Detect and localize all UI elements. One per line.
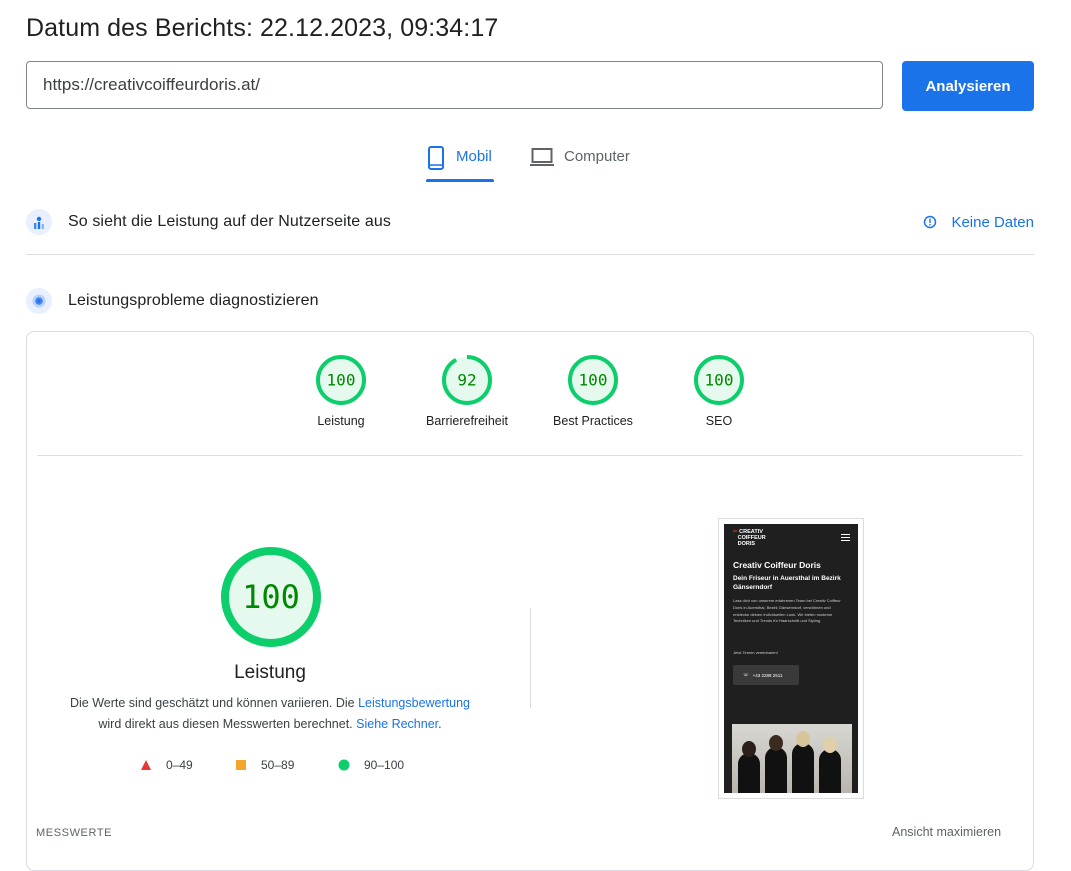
url-input[interactable]: [26, 61, 883, 109]
legend-label: 0–49: [166, 758, 193, 772]
rechner-link[interactable]: Siehe Rechner: [356, 717, 438, 731]
score-ring: 100: [568, 355, 618, 405]
gauge-label: Leistung: [317, 414, 365, 428]
performance-gauge: 100: [221, 547, 321, 647]
gauge-label: Best Practices: [553, 414, 633, 428]
legend-pass: 90–100: [338, 758, 404, 772]
site-cta: Jetzt Termin vereinbaren!: [733, 650, 778, 655]
logo-line: DORIS: [737, 541, 756, 547]
score-ring: 100: [694, 355, 744, 405]
site-title: Creativ Coiffeur Doris: [733, 560, 821, 570]
field-data-title: So sieht die Leistung auf der Nutzerseit…: [68, 213, 391, 230]
gauge-seo[interactable]: 100 SEO: [664, 354, 774, 428]
lab-data-title: Leistungsprobleme diagnostizieren: [68, 292, 319, 309]
lighthouse-card: 100 Leistung 92 Barrierefreiheit 100 Bes…: [26, 331, 1034, 871]
report-date: Datum des Berichts: 22.12.2023, 09:34:17: [26, 14, 499, 42]
performance-score: 100: [242, 578, 300, 616]
score-ring: 92: [442, 355, 492, 405]
no-data-link[interactable]: Keine Daten: [923, 202, 1034, 242]
performance-label: Leistung: [234, 662, 306, 683]
site-phone-button: ☏ +43 2288 2511: [733, 665, 799, 685]
site-logo: ✂ CREATIV COIFFEUR DORIS: [733, 529, 766, 547]
gauge-label: Barrierefreiheit: [426, 414, 508, 428]
screenshot-content: ✂ CREATIV COIFFEUR DORIS Creativ Coiffeu…: [724, 524, 858, 793]
gauge-leistung[interactable]: 100 Leistung: [286, 354, 396, 428]
leistungsbewertung-link[interactable]: Leistungsbewertung: [358, 696, 470, 710]
score-gauges: 100 Leistung 92 Barrierefreiheit 100 Bes…: [27, 354, 1033, 444]
card-divider: [37, 455, 1023, 456]
gauge-value: 100: [579, 371, 608, 390]
gauge-value: 100: [327, 371, 356, 390]
tab-computer[interactable]: Computer: [530, 140, 642, 182]
tab-mobile[interactable]: Mobil: [426, 140, 494, 182]
field-data-icon: [26, 209, 52, 235]
square-icon: [236, 760, 246, 770]
analyze-button[interactable]: Analysieren: [902, 61, 1034, 111]
team-photo: [732, 724, 852, 793]
desc-text: wird direkt aus diesen Messwerten berech…: [98, 717, 357, 731]
site-subtitle: Dein Friseur in Auersthal im Bezirk Gäns…: [733, 575, 841, 591]
vertical-separator: [530, 608, 531, 708]
circle-icon: [338, 759, 350, 771]
triangle-icon: [141, 760, 151, 770]
site-phone-number: +43 2288 2511: [752, 672, 783, 678]
legend-average: 50–89: [235, 758, 294, 772]
gauge-label: SEO: [705, 414, 733, 428]
tab-computer-label: Computer: [564, 148, 630, 165]
desc-text: .: [438, 717, 442, 731]
legend-fail: 0–49: [140, 758, 193, 772]
field-data-section[interactable]: So sieht die Leistung auf der Nutzerseit…: [26, 202, 1034, 242]
final-screenshot: ✂ CREATIV COIFFEUR DORIS Creativ Coiffeu…: [718, 518, 864, 799]
desc-text: Die Werte sind geschätzt und können vari…: [69, 696, 359, 710]
info-icon: [924, 215, 937, 229]
lab-data-section[interactable]: Leistungsprobleme diagnostizieren: [26, 281, 1034, 321]
smartphone-icon: [428, 146, 444, 170]
tab-mobile-label: Mobil: [456, 148, 492, 165]
laptop-icon: [530, 148, 554, 166]
phone-icon: ☏: [743, 672, 749, 677]
site-body-text: Lass dich von unserem erfahrenen Team be…: [733, 598, 841, 624]
gauge-best-practices[interactable]: 100 Best Practices: [538, 354, 648, 428]
lab-data-icon: [26, 288, 52, 314]
legend-label: 50–89: [261, 758, 295, 772]
performance-description: Die Werte sind geschätzt und können vari…: [57, 693, 483, 735]
gauge-barrierefreiheit[interactable]: 92 Barrierefreiheit: [412, 354, 522, 428]
gauge-value: 100: [705, 371, 734, 390]
gauge-value: 92: [457, 371, 476, 390]
legend-label: 90–100: [364, 758, 405, 772]
hamburger-menu-icon: [841, 534, 850, 543]
metrics-heading: MESSWERTE: [36, 827, 113, 839]
section-divider: [26, 254, 1034, 255]
score-ring: 100: [316, 355, 366, 405]
no-data-label: Keine Daten: [951, 213, 1034, 231]
